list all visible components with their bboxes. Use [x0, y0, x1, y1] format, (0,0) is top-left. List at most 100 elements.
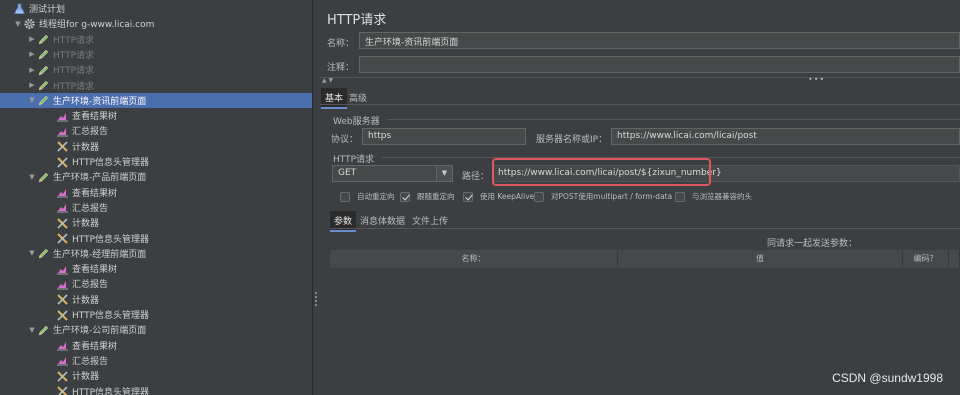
- tree-item-label: HTTP请求: [53, 50, 95, 61]
- tab-basic[interactable]: 基本: [321, 88, 348, 109]
- tree-item[interactable]: 计数器: [0, 215, 312, 230]
- tab-divider: [330, 228, 960, 229]
- tree-item[interactable]: ▶ HTTP请求: [0, 78, 312, 93]
- method-select[interactable]: GET ▼: [332, 165, 453, 182]
- chevron-down-icon[interactable]: ▼: [27, 326, 37, 334]
- chevron-right-icon[interactable]: ▶: [27, 35, 37, 43]
- tree-item[interactable]: 查看结果树: [0, 261, 312, 276]
- column-header-encode[interactable]: 编码？: [903, 250, 949, 268]
- tree-item[interactable]: HTTP信息头管理器: [0, 307, 312, 322]
- flask-icon: [13, 3, 26, 15]
- column-header-name[interactable]: 名称：: [330, 250, 618, 268]
- checkbox-multipart[interactable]: 对POST使用multipart / form-data: [534, 191, 672, 202]
- chevron-down-icon[interactable]: ▼: [27, 249, 37, 257]
- column-header-extra[interactable]: [949, 250, 960, 268]
- path-highlight-box: [492, 158, 711, 186]
- server-input[interactable]: https://www.licai.com/licai/post: [611, 128, 960, 145]
- tree-item[interactable]: 汇总报告: [0, 200, 312, 215]
- tree-item-label: HTTP信息头管理器: [72, 387, 150, 395]
- tree-item[interactable]: 计数器: [0, 368, 312, 383]
- gear-icon: [23, 18, 36, 30]
- pencil-icon: [37, 79, 50, 91]
- group-divider: [387, 119, 960, 120]
- path-label: 路径：: [462, 172, 490, 182]
- chart-icon: [56, 263, 69, 275]
- tree-item[interactable]: 汇总报告: [0, 353, 312, 368]
- tree-item[interactable]: 测试计划: [0, 1, 312, 16]
- checkbox-box[interactable]: [675, 191, 685, 202]
- comment-input[interactable]: [359, 56, 960, 73]
- protocol-input[interactable]: https: [362, 128, 526, 145]
- checkbox-box[interactable]: [340, 191, 350, 202]
- tree-item-label: 汇总报告: [72, 280, 109, 291]
- tree-item[interactable]: ▶ HTTP请求: [0, 47, 312, 62]
- tree-item[interactable]: ▼ 生产环境-公司前端页面: [0, 322, 312, 337]
- tree-item[interactable]: ▶ HTTP请求: [0, 62, 312, 77]
- chart-icon: [56, 125, 69, 137]
- chevron-down-icon[interactable]: ▼: [436, 166, 452, 181]
- tree-item[interactable]: ▼ 生产环境-资讯前端页面: [0, 92, 312, 108]
- tree-item-label: 查看结果树: [72, 112, 118, 123]
- pencil-icon: [37, 94, 50, 106]
- chart-icon: [56, 354, 69, 366]
- tree-item[interactable]: HTTP信息头管理器: [0, 154, 312, 169]
- checkbox-browser-headers[interactable]: 与浏览器兼容的头: [675, 191, 752, 202]
- tree-item[interactable]: ▶ HTTP请求: [0, 32, 312, 47]
- chevron-down-icon[interactable]: ▼: [27, 173, 37, 181]
- column-header-value[interactable]: 值: [618, 250, 903, 268]
- chevron-right-icon[interactable]: ▶: [27, 66, 37, 74]
- http-request-group-title: HTTP请求: [333, 155, 375, 165]
- tab-divider: [320, 104, 960, 105]
- tree-item-label: HTTP信息头管理器: [72, 311, 150, 321]
- collapse-arrows-icon[interactable]: ▲ ▼: [322, 77, 333, 84]
- comment-label: 注释：: [327, 63, 355, 73]
- tree-item[interactable]: 查看结果树: [0, 108, 312, 123]
- tree-item[interactable]: HTTP信息头管理器: [0, 384, 312, 395]
- tree-item[interactable]: ▼ 生产环境-产品前端页面: [0, 169, 312, 184]
- tools-icon: [56, 232, 69, 244]
- tree-item-label: 生产环境-资讯前端页面: [53, 96, 147, 107]
- tools-icon: [56, 156, 69, 168]
- pencil-icon: [37, 171, 50, 183]
- tools-icon: [56, 217, 69, 229]
- tree-item[interactable]: ▼ 生产环境-经理前端页面: [0, 246, 312, 261]
- checkbox-label: 与浏览器兼容的头: [692, 192, 752, 201]
- tools-icon: [56, 293, 69, 305]
- splitter[interactable]: [312, 0, 320, 395]
- panel-title: HTTP请求: [327, 13, 387, 28]
- checkbox-follow-redirects[interactable]: 跟随重定向: [400, 191, 455, 202]
- checkbox-label: 自动重定向: [357, 192, 395, 201]
- chevron-right-icon[interactable]: ▶: [27, 81, 37, 89]
- tree-item-label: 生产环境-经理前端页面: [53, 249, 147, 260]
- tree-item-label: 计数器: [72, 219, 100, 230]
- name-input[interactable]: 生产环境-资讯前端页面: [359, 32, 960, 49]
- drag-handle-icon[interactable]: •••: [808, 75, 825, 84]
- tools-icon: [56, 385, 69, 395]
- pencil-icon: [37, 324, 50, 336]
- tree-item[interactable]: 查看结果树: [0, 338, 312, 353]
- test-plan-tree: 测试计划 ▼ 线程组for g-www.licai.com ▶ HTTP请求 ▶ HTTP请…: [0, 0, 312, 395]
- tree-item[interactable]: 汇总报告: [0, 123, 312, 138]
- checkbox-auto-redirect[interactable]: 自动重定向: [340, 191, 395, 202]
- checkbox-box[interactable]: [400, 191, 410, 202]
- tree-item-label: 查看结果树: [72, 265, 118, 276]
- tree-item[interactable]: 查看结果树: [0, 185, 312, 200]
- tree-item[interactable]: ▼ 线程组for g-www.licai.com: [0, 16, 312, 31]
- checkbox-box[interactable]: [534, 191, 544, 202]
- splitter-grip[interactable]: [315, 292, 318, 306]
- tree-item[interactable]: 计数器: [0, 139, 312, 154]
- chevron-down-icon[interactable]: ▼: [13, 20, 23, 28]
- tools-icon: [56, 309, 69, 321]
- tree-item[interactable]: HTTP信息头管理器: [0, 231, 312, 246]
- checkbox-box[interactable]: [463, 191, 473, 202]
- checkbox-keepalive[interactable]: 使用 KeepAlive: [463, 191, 534, 202]
- collapse-separator[interactable]: ▲ ▼ •••: [320, 75, 960, 84]
- chevron-down-icon[interactable]: ▼: [27, 96, 37, 104]
- tree-item-label: 汇总报告: [72, 127, 109, 138]
- tree-item-label: HTTP请求: [53, 66, 95, 77]
- chart-icon: [56, 201, 69, 213]
- tree-item[interactable]: 计数器: [0, 292, 312, 307]
- chevron-right-icon[interactable]: ▶: [27, 50, 37, 58]
- tree-item[interactable]: 汇总报告: [0, 276, 312, 291]
- watermark: CSDN @sundw1998: [832, 371, 943, 385]
